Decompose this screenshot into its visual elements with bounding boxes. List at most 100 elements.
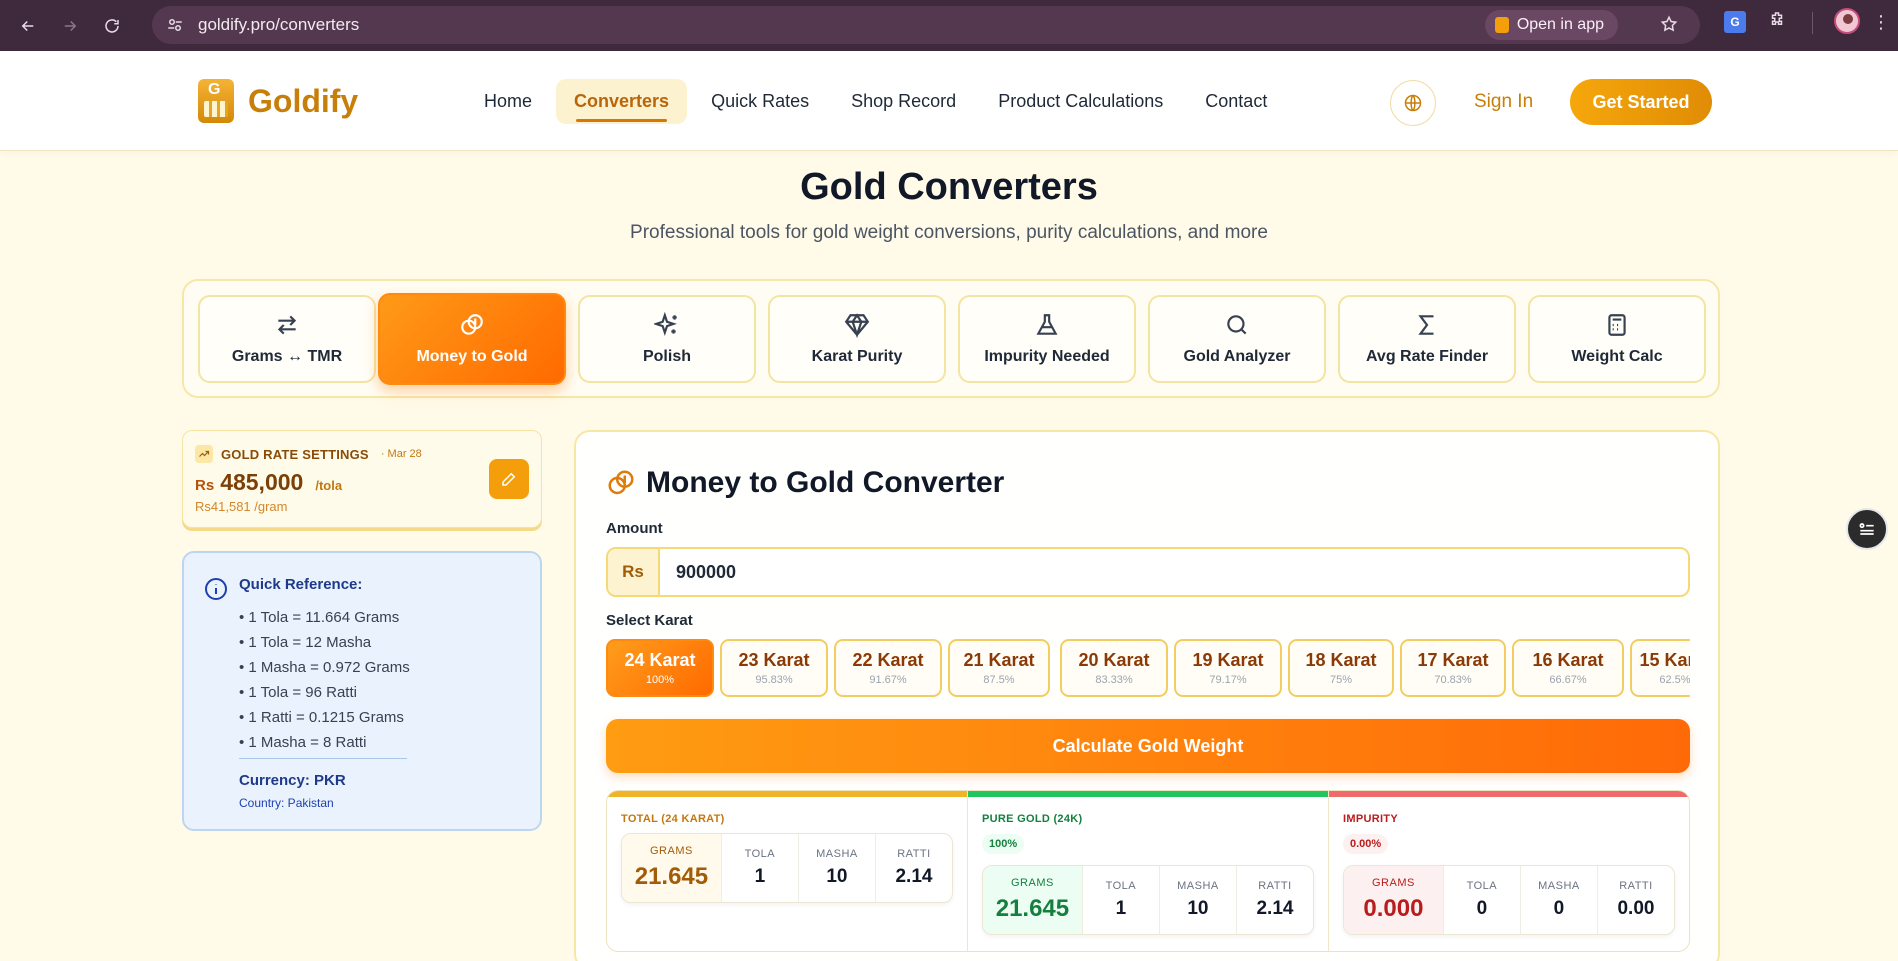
back-icon[interactable] (14, 12, 42, 40)
tool-tab-label: Impurity Needed (984, 348, 1110, 365)
result-label: IMPURITY (1343, 813, 1398, 825)
ratti-label: RATTI (1258, 880, 1292, 892)
reference-item: • 1 Ratti = 0.1215 Grams (239, 709, 404, 726)
tool-tab-money-to-gold[interactable]: Money to Gold (378, 293, 566, 385)
browser-menu-icon[interactable]: ⋮ (1872, 12, 1890, 33)
site-header: Goldify HomeConvertersQuick RatesShop Re… (0, 51, 1898, 151)
sign-in-link[interactable]: Sign In (1474, 91, 1533, 113)
karat-option-19k[interactable]: 19 Karat 79.17% (1174, 639, 1282, 697)
weight-breakdown: GRAMS 0.000 TOLA 0 MASHA 0 RATTI 0.00 (1343, 865, 1675, 935)
tool-tab-weight-calc[interactable]: Weight Calc (1528, 295, 1706, 383)
karat-name: 15 Karat (1639, 650, 1690, 670)
karat-purity: 62.5% (1659, 674, 1690, 686)
info-icon (204, 577, 228, 606)
site-settings-icon[interactable] (166, 16, 184, 34)
karat-option-23k[interactable]: 23 Karat 95.83% (720, 639, 828, 697)
karat-name: 17 Karat (1417, 650, 1489, 670)
tola-label: TOLA (1105, 880, 1137, 892)
logo[interactable]: Goldify (198, 79, 358, 123)
tool-tab-avg-rate-finder[interactable]: Avg Rate Finder (1338, 295, 1516, 383)
swap-arrows-icon (274, 312, 300, 338)
result-column-pure-gold-24k: PURE GOLD (24K) 100% GRAMS 21.645 TOLA 1 MASHA… (968, 791, 1329, 951)
pencil-icon (502, 472, 516, 486)
forward-icon[interactable] (56, 12, 84, 40)
tola-value: 0 (1476, 898, 1488, 919)
tool-tab-label: Gold Analyzer (1183, 348, 1291, 365)
select-karat-label: Select Karat (606, 612, 693, 629)
browser-toolbar: goldify.pro/converters Open in app G ⋮ (0, 0, 1898, 51)
sigma-icon (1414, 312, 1440, 338)
tola-value: 1 (754, 866, 766, 887)
nav-product-calculations[interactable]: Product Calculations (980, 79, 1181, 124)
nav-home[interactable]: Home (466, 79, 550, 124)
quick-reference-list: • 1 Tola = 11.664 Grams • 1 Tola = 12 Mas… (239, 605, 410, 755)
karat-name: 24 Karat (624, 650, 696, 670)
karat-option-18k[interactable]: 18 Karat 75% (1288, 639, 1394, 697)
profile-avatar[interactable] (1834, 8, 1860, 34)
tool-tab-impurity-needed[interactable]: Impurity Needed (958, 295, 1136, 383)
masha-label: MASHA (816, 848, 858, 860)
tola-label: TOLA (744, 848, 776, 860)
karat-purity: 66.67% (1549, 674, 1587, 686)
tool-tab-karat-purity[interactable]: Karat Purity (768, 295, 946, 383)
open-in-app-label: Open in app (1516, 16, 1604, 33)
reference-item: • 1 Tola = 11.664 Grams (239, 609, 400, 626)
tool-tab-grams-tmr[interactable]: Grams ↔ TMR (198, 295, 376, 383)
floating-menu-button[interactable] (1846, 508, 1888, 550)
karat-option-24k[interactable]: 24 Karat 100% (606, 639, 714, 697)
karat-selector: 24 Karat 100% 23 Karat 95.83% 22 Karat 91.67%… (606, 637, 1690, 701)
list-settings-icon (1859, 523, 1874, 535)
rate-amount: 485,000 (220, 469, 304, 495)
tool-tab-label: Avg Rate Finder (1365, 348, 1489, 365)
karat-option-15k[interactable]: 15 Karat 62.5% (1630, 639, 1690, 697)
karat-option-20k[interactable]: 20 Karat 83.33% (1060, 639, 1168, 697)
calculate-gold-weight-button[interactable]: Calculate Gold Weight (606, 719, 1690, 773)
karat-option-22k[interactable]: 22 Karat 91.67% (834, 639, 942, 697)
nav-converters[interactable]: Converters (556, 79, 688, 124)
ratti-cell: RATTI 0.00 (1598, 866, 1674, 934)
tola-value: 1 (1115, 898, 1127, 919)
edit-rate-button[interactable] (489, 459, 529, 499)
search-icon (1224, 312, 1250, 338)
language-globe-button[interactable] (1390, 80, 1436, 126)
reload-icon[interactable] (98, 12, 126, 40)
open-in-app-button[interactable]: Open in app (1484, 10, 1618, 40)
rate-currency: Rs (195, 477, 215, 494)
amount-input[interactable] (660, 549, 1688, 595)
tool-tab-polish[interactable]: Polish (578, 295, 756, 383)
money-to-gold-panel: Money to Gold Converter Amount Rs Select… (574, 430, 1720, 961)
masha-label: MASHA (1177, 880, 1219, 892)
extensions-icon[interactable] (1768, 10, 1786, 33)
grams-label: GRAMS (1372, 877, 1415, 889)
karat-name: 18 Karat (1305, 650, 1377, 670)
karat-name: 23 Karat (738, 650, 810, 670)
url-text[interactable]: goldify.pro/converters (198, 15, 359, 35)
nav-quick-rates[interactable]: Quick Rates (693, 79, 827, 124)
get-started-button[interactable]: Get Started (1570, 79, 1712, 125)
nav-shop-record[interactable]: Shop Record (833, 79, 974, 124)
quick-reference-card: Quick Reference: • 1 Tola = 11.664 Grams… (182, 551, 542, 831)
masha-label: MASHA (1538, 880, 1580, 892)
karat-name: 16 Karat (1532, 650, 1604, 670)
divider (239, 758, 407, 759)
nav-contact[interactable]: Contact (1187, 79, 1285, 124)
result-label: PURE GOLD (24K) (982, 813, 1083, 825)
tool-tab-gold-analyzer[interactable]: Gold Analyzer (1148, 295, 1326, 383)
converter-title: Money to Gold Converter (646, 466, 1005, 499)
karat-name: 19 Karat (1192, 650, 1264, 670)
logo-text: Goldify (248, 82, 359, 119)
translate-extension-icon[interactable]: G (1724, 11, 1746, 33)
tola-cell: TOLA 1 (1083, 866, 1160, 934)
tool-tab-label: Money to Gold (416, 348, 528, 365)
karat-option-21k[interactable]: 21 Karat 87.5% (948, 639, 1050, 697)
tool-tab-label: Karat Purity (811, 348, 903, 365)
karat-option-16k[interactable]: 16 Karat 66.67% (1512, 639, 1624, 697)
gold-rate-settings-card: GOLD RATE SETTINGS · Mar 28 Rs 485,000 /… (182, 430, 542, 528)
karat-option-17k[interactable]: 17 Karat 70.83% (1400, 639, 1506, 697)
address-bar[interactable]: goldify.pro/converters Open in app (152, 6, 1700, 44)
bookmark-star-icon[interactable] (1660, 15, 1678, 38)
rate-date: · Mar 28 (380, 448, 422, 460)
karat-purity: 79.17% (1209, 674, 1247, 686)
rate-settings-title: GOLD RATE SETTINGS (221, 446, 369, 462)
tool-tab-label: Weight Calc (1571, 348, 1663, 365)
